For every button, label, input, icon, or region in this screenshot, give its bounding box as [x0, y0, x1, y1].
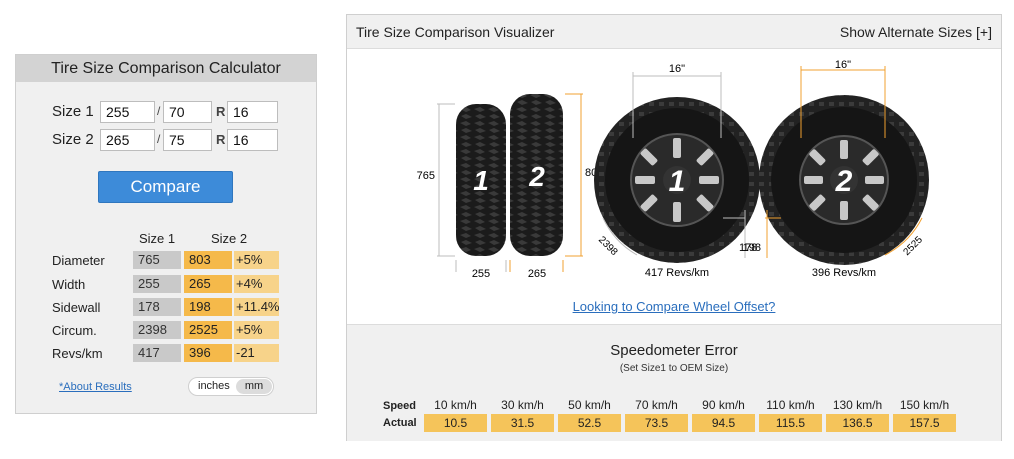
result-label: Revs/km: [52, 346, 103, 361]
tire1-width-label: 255: [472, 268, 490, 280]
size1-r-sep: R: [216, 104, 226, 119]
speedometer-title: Speedometer Error: [610, 342, 738, 359]
speed-value: 90 km/h: [702, 398, 745, 412]
actual-value: 31.5: [491, 414, 554, 432]
compare-wheel-offset-link[interactable]: Looking to Compare Wheel Offset?: [347, 299, 1001, 314]
result-label: Sidewall: [52, 300, 101, 315]
diff-value: +5%: [234, 321, 279, 339]
size1-value: 178: [133, 298, 181, 316]
wheel2-number: 2: [835, 165, 853, 198]
speed-value: 110 km/h: [766, 398, 815, 412]
diff-value: +4%: [234, 275, 279, 293]
diff-value: +5%: [234, 251, 279, 269]
wheel2-rim-label: 16": [835, 59, 851, 71]
size2-value: 265: [184, 275, 232, 293]
wheel2-sidewall-label: 198: [743, 242, 761, 254]
wheel2-revs-label: 396 Revs/km: [812, 267, 876, 279]
col-header-size2: Size 2: [211, 231, 248, 246]
result-label: Diameter: [52, 253, 105, 268]
size2-slash: /: [157, 132, 161, 146]
speed-value: 30 km/h: [501, 398, 544, 412]
speed-value: 50 km/h: [568, 398, 611, 412]
unit-inches-option[interactable]: inches: [198, 380, 230, 392]
unit-mm-option[interactable]: mm: [236, 379, 272, 394]
size2-rim-input[interactable]: 16: [227, 129, 278, 151]
size2-value: 2525: [184, 321, 232, 339]
speed-value: 130 km/h: [832, 398, 883, 412]
size1-value: 417: [133, 344, 181, 362]
size2-row: Size 2 265 / 75 R 16: [16, 129, 316, 151]
size1-row: Size 1 255 / 70 R 16: [16, 101, 316, 123]
size2-value: 803: [184, 251, 232, 269]
size1-ratio-input[interactable]: 70: [163, 101, 212, 123]
actual-value: 52.5: [558, 414, 621, 432]
tire2-tread-view: 2: [510, 94, 563, 256]
actual-value: 73.5: [625, 414, 688, 432]
actual-row-label: Actual: [383, 417, 417, 429]
wheel1-revs-label: 417 Revs/km: [645, 267, 709, 279]
visualizer-title: Tire Size Comparison Visualizer: [356, 24, 555, 40]
col-header-size1: Size 1: [139, 231, 176, 246]
size2-value: 396: [184, 344, 232, 362]
size1-rim-input[interactable]: 16: [227, 101, 278, 123]
tire1-tread-view: 1: [456, 104, 506, 256]
speedometer-error-section: Speedometer Error (Set Size1 to OEM Size…: [347, 324, 1001, 441]
speed-value: 150 km/h: [899, 398, 950, 412]
actual-value: 10.5: [424, 414, 487, 432]
tire-illustration: 1 2 765 803 255 265 1 16" 178 2398 417 R…: [417, 59, 929, 280]
visualizer-header: Tire Size Comparison Visualizer Show Alt…: [347, 15, 1001, 49]
tire1-number: 1: [473, 165, 489, 196]
speed-value: 70 km/h: [635, 398, 678, 412]
speed-row-label: Speed: [383, 400, 417, 412]
result-row-width: Width 255 265 +4%: [16, 275, 316, 294]
size2-r-sep: R: [216, 132, 226, 147]
result-row-diameter: Diameter 765 803 +5%: [16, 251, 316, 270]
size2-width-input[interactable]: 265: [100, 129, 155, 151]
size1-value: 255: [133, 275, 181, 293]
unit-toggle[interactable]: inches mm: [188, 377, 274, 396]
actual-value: 115.5: [759, 414, 822, 432]
wheel1-number: 1: [669, 165, 686, 198]
tire1-diameter-label: 765: [417, 170, 435, 182]
calculator-title: Tire Size Comparison Calculator: [16, 55, 316, 82]
actual-value: 157.5: [893, 414, 956, 432]
speedometer-subtitle: (Set Size1 to OEM Size): [619, 363, 729, 374]
diff-value: -21: [234, 344, 279, 362]
size1-slash: /: [157, 104, 161, 118]
wheel2-side-view: 2: [759, 95, 929, 265]
result-row-sidewall: Sidewall 178 198 +11.4%: [16, 298, 316, 317]
size1-value: 2398: [133, 321, 181, 339]
result-row-revs: Revs/km 417 396 -21: [16, 344, 316, 363]
result-label: Width: [52, 277, 86, 292]
result-label: Circum.: [52, 323, 97, 338]
size1-width-input[interactable]: 255: [100, 101, 155, 123]
speed-value: 10 km/h: [434, 398, 477, 412]
result-row-circumference: Circum. 2398 2525 +5%: [16, 321, 316, 340]
diff-value: +11.4%: [234, 298, 280, 316]
size1-label: Size 1: [52, 103, 94, 120]
show-alternate-sizes-toggle[interactable]: Show Alternate Sizes [+]: [840, 24, 992, 40]
compare-button[interactable]: Compare: [98, 171, 233, 203]
wheel1-rim-label: 16": [669, 63, 685, 75]
wheel1-side-view: 1: [594, 97, 760, 263]
size2-label: Size 2: [52, 131, 94, 148]
tire2-number: 2: [528, 161, 545, 192]
size2-value: 198: [184, 298, 232, 316]
size2-ratio-input[interactable]: 75: [163, 129, 212, 151]
visualizer-panel: Tire Size Comparison Visualizer Show Alt…: [346, 14, 1002, 441]
calculator-panel: Tire Size Comparison Calculator Size 1 2…: [15, 54, 317, 414]
size1-value: 765: [133, 251, 181, 269]
about-results-link[interactable]: *About Results: [59, 381, 132, 393]
actual-value: 136.5: [826, 414, 889, 432]
actual-value: 94.5: [692, 414, 755, 432]
tire2-width-label: 265: [528, 268, 546, 280]
